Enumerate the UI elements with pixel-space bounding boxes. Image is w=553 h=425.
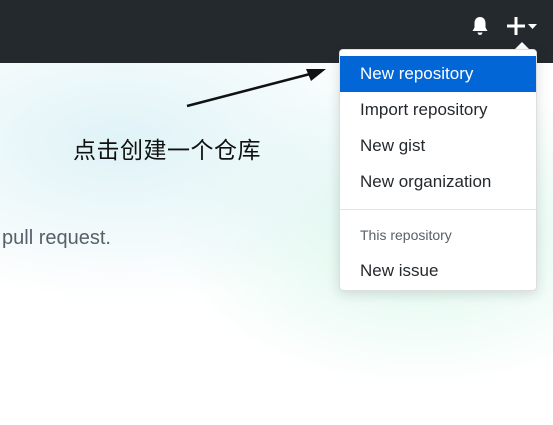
- create-dropdown-menu: New repository Import repository New gis…: [339, 49, 537, 291]
- create-new-button[interactable]: [504, 12, 540, 40]
- bell-icon[interactable]: [468, 14, 492, 38]
- menu-section-header: This repository: [360, 227, 452, 243]
- caret-down-icon: [528, 24, 537, 29]
- menu-item-import-repository[interactable]: Import repository: [340, 92, 536, 128]
- menu-item-new-issue[interactable]: New issue: [340, 253, 536, 289]
- menu-item-new-gist[interactable]: New gist: [340, 128, 536, 164]
- partial-body-text: pull request.: [2, 227, 111, 249]
- menu-item-new-organization[interactable]: New organization: [340, 164, 536, 200]
- plus-icon: [507, 17, 525, 35]
- menu-item-new-repository[interactable]: New repository: [340, 56, 536, 92]
- dropdown-caret: [515, 42, 529, 49]
- menu-divider: [340, 209, 536, 210]
- annotation-label: 点击创建一个仓库: [73, 138, 261, 164]
- annotation-arrow: [186, 69, 326, 108]
